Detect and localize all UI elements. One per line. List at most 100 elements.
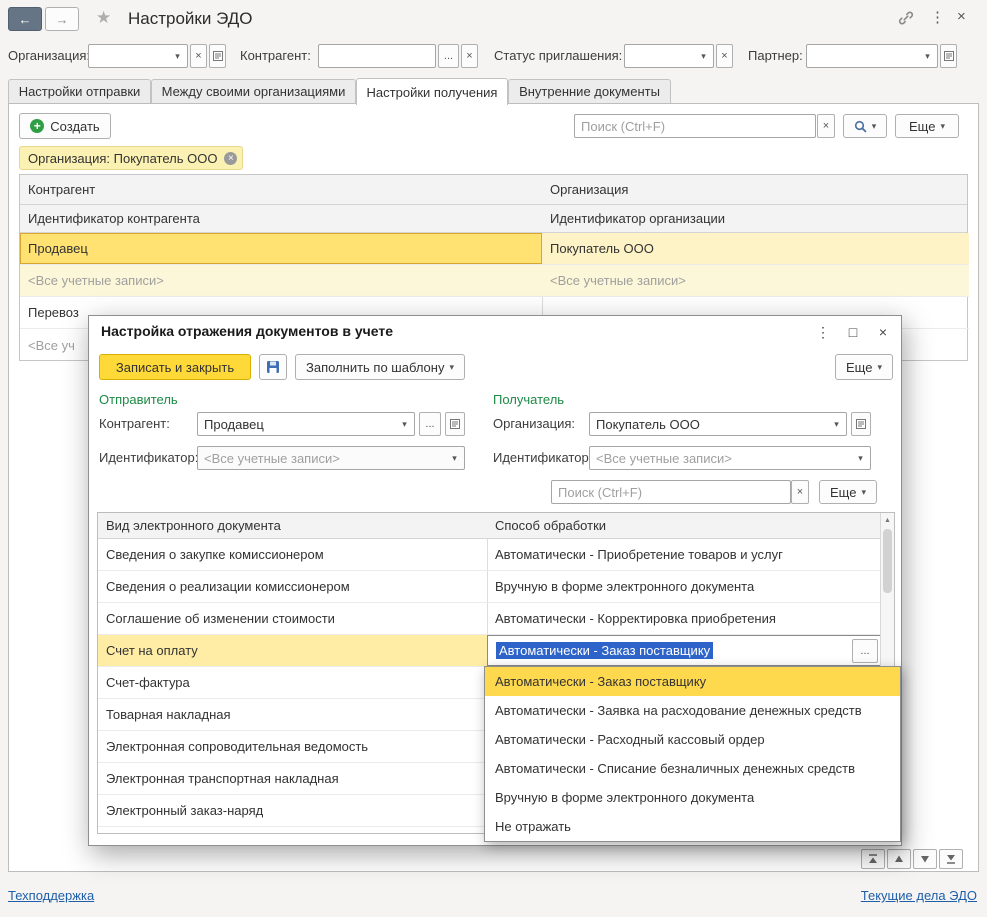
cell-counterparty: <Все учетные записи> (20, 265, 542, 296)
dialog-menu-button[interactable]: ⋮ (811, 321, 835, 343)
receiver-organization-combo[interactable]: Покупатель ООО▾ (589, 412, 847, 436)
column-header-organization[interactable]: Организация (542, 175, 967, 204)
dialog-list-more-button[interactable]: Еще▾ (819, 480, 877, 504)
cell-doc-type: Электронный заказ-наряд (98, 795, 487, 826)
dropdown-option[interactable]: Вручную в форме электронного документа (485, 783, 900, 812)
column-header-doc-type[interactable]: Вид электронного документа (98, 513, 487, 538)
dropdown-option[interactable]: Автоматически - Заявка на расходование д… (485, 696, 900, 725)
organization-filter-choice-button[interactable] (209, 44, 226, 68)
column-subheader-organization-id[interactable]: Идентификатор организации (542, 205, 967, 232)
dropdown-option[interactable]: Не отражать (485, 812, 900, 841)
sender-identifier-combo[interactable]: <Все учетные записи>▾ (197, 446, 465, 470)
dropdown-option[interactable]: Автоматически - Расходный кассовый ордер (485, 725, 900, 754)
scroll-to-top-button[interactable] (861, 849, 885, 869)
scrollbar-thumb[interactable] (883, 529, 892, 593)
organization-filter-clear-button[interactable]: × (190, 44, 207, 68)
dropdown-option[interactable]: Автоматически - Списание безналичных ден… (485, 754, 900, 783)
scroll-up-button[interactable] (887, 849, 911, 869)
counterparty-filter-input[interactable] (318, 44, 436, 68)
edo-settings-window: ← → ★ Настройки ЭДО ⋮ × Организация: ▾ ×… (0, 0, 987, 917)
dialog-search-clear-button[interactable]: × (791, 480, 809, 504)
fill-by-template-button[interactable]: Заполнить по шаблону▾ (295, 354, 465, 380)
organization-filter-combo[interactable]: ▾ (88, 44, 188, 68)
tab-internal-documents[interactable]: Внутренние документы (508, 79, 671, 104)
receiver-identifier-combo[interactable]: <Все учетные записи>▾ (589, 446, 871, 470)
organization-filter-chip[interactable]: Организация: Покупатель ООО × (19, 146, 243, 170)
favorite-star-icon[interactable]: ★ (96, 8, 111, 28)
scroll-to-bottom-button[interactable] (939, 849, 963, 869)
find-button[interactable]: ▾ (843, 114, 887, 138)
chip-remove-icon[interactable]: × (224, 152, 237, 165)
method-editor-selected-text[interactable]: Автоматически - Заказ поставщику (496, 642, 713, 659)
column-header-method[interactable]: Способ обработки (487, 513, 882, 538)
more-button[interactable]: Еще▾ (895, 114, 959, 138)
dialog-more-button[interactable]: Еще▾ (835, 354, 893, 380)
invitation-status-filter-label: Статус приглашения: (494, 44, 622, 68)
tech-support-link[interactable]: Техподдержка (8, 888, 94, 903)
table-header-row[interactable]: Вид электронного документа Способ обрабо… (98, 513, 882, 539)
form-icon (944, 51, 954, 61)
save-button[interactable] (259, 354, 287, 380)
scrollbar-up-icon[interactable]: ▲ (881, 513, 894, 527)
create-button[interactable]: + Создать (19, 113, 111, 139)
scroll-down-button[interactable] (913, 849, 937, 869)
column-subheader-counterparty-id[interactable]: Идентификатор контрагента (20, 205, 542, 232)
sender-counterparty-select-button[interactable]: ... (419, 412, 441, 436)
partner-filter-choice-button[interactable] (940, 44, 957, 68)
partner-filter-combo[interactable]: ▾ (806, 44, 938, 68)
chevron-down-icon: ▾ (449, 362, 454, 373)
floppy-icon (266, 360, 280, 374)
table-row[interactable]: Сведения о закупке комиссионером Автомат… (98, 539, 882, 571)
chevron-down-icon[interactable]: ▾ (854, 453, 867, 464)
receiver-organization-open-button[interactable] (851, 412, 871, 436)
cell-method: Вручную в форме электронного документа (487, 571, 882, 602)
dialog-maximize-button[interactable]: □ (841, 321, 865, 343)
table-row[interactable]: Соглашение об изменении стоимости Автома… (98, 603, 882, 635)
cell-counterparty: Продавец (20, 233, 542, 264)
cell-organization: <Все учетные записи> (542, 265, 969, 296)
current-edo-tasks-link[interactable]: Текущие дела ЭДО (861, 888, 977, 903)
table-row-editing[interactable]: Счет на оплату Автоматически - Заказ пос… (98, 635, 882, 667)
table-row[interactable]: Сведения о реализации комиссионером Вруч… (98, 571, 882, 603)
dialog-close-button[interactable]: × (871, 321, 895, 343)
column-header-counterparty[interactable]: Контрагент (20, 175, 542, 204)
sender-counterparty-combo[interactable]: Продавец▾ (197, 412, 415, 436)
counterparty-filter-select-button[interactable]: ... (438, 44, 459, 68)
dropdown-option[interactable]: Автоматически - Заказ поставщику (485, 667, 900, 696)
counterparty-filter-clear-button[interactable]: × (461, 44, 478, 68)
chevron-down-icon[interactable]: ▾ (171, 51, 184, 62)
invitation-status-filter-combo[interactable]: ▾ (624, 44, 714, 68)
tab-receive-settings[interactable]: Настройки получения (356, 78, 508, 105)
back-button[interactable]: ← (8, 7, 42, 31)
chevron-down-icon[interactable]: ▾ (921, 51, 934, 62)
cell-method-editor[interactable]: Автоматически - Заказ поставщику ... (487, 635, 882, 666)
counterparty-filter-label: Контрагент: (240, 44, 311, 68)
table-header-row[interactable]: Контрагент Организация (20, 175, 967, 205)
search-input[interactable] (574, 114, 816, 138)
chevron-down-icon[interactable]: ▾ (398, 419, 411, 430)
kebab-icon: ⋮ (930, 9, 945, 26)
forward-button[interactable]: → (45, 7, 79, 31)
close-icon: × (957, 8, 966, 25)
sender-counterparty-open-button[interactable] (445, 412, 465, 436)
cell-doc-type: Сведения о реализации комиссионером (98, 571, 487, 602)
forward-icon: → (56, 12, 69, 27)
table-row[interactable]: <Все учетные записи> <Все учетные записи… (20, 265, 969, 297)
tab-between-own-organizations[interactable]: Между своими организациями (151, 79, 356, 104)
chevron-down-icon[interactable]: ▾ (697, 51, 710, 62)
search-clear-button[interactable]: × (817, 114, 835, 138)
tab-send-settings[interactable]: Настройки отправки (8, 79, 151, 104)
dialog-search-input[interactable] (551, 480, 791, 504)
get-link-button[interactable] (898, 10, 914, 26)
table-subheader-row[interactable]: Идентификатор контрагента Идентификатор … (20, 205, 967, 233)
invitation-status-filter-clear-button[interactable]: × (716, 44, 733, 68)
chevron-down-icon[interactable]: ▾ (448, 453, 461, 464)
sender-counterparty-label: Контрагент: (99, 412, 170, 436)
method-editor-select-button[interactable]: ... (852, 639, 878, 663)
window-menu-button[interactable]: ⋮ (930, 8, 945, 26)
window-close-button[interactable]: × (957, 8, 966, 25)
table-row[interactable]: Продавец Покупатель ООО (20, 233, 969, 265)
chevron-down-icon[interactable]: ▾ (830, 419, 843, 430)
save-and-close-button[interactable]: Записать и закрыть (99, 354, 251, 380)
chevron-down-icon: ▾ (872, 121, 877, 132)
